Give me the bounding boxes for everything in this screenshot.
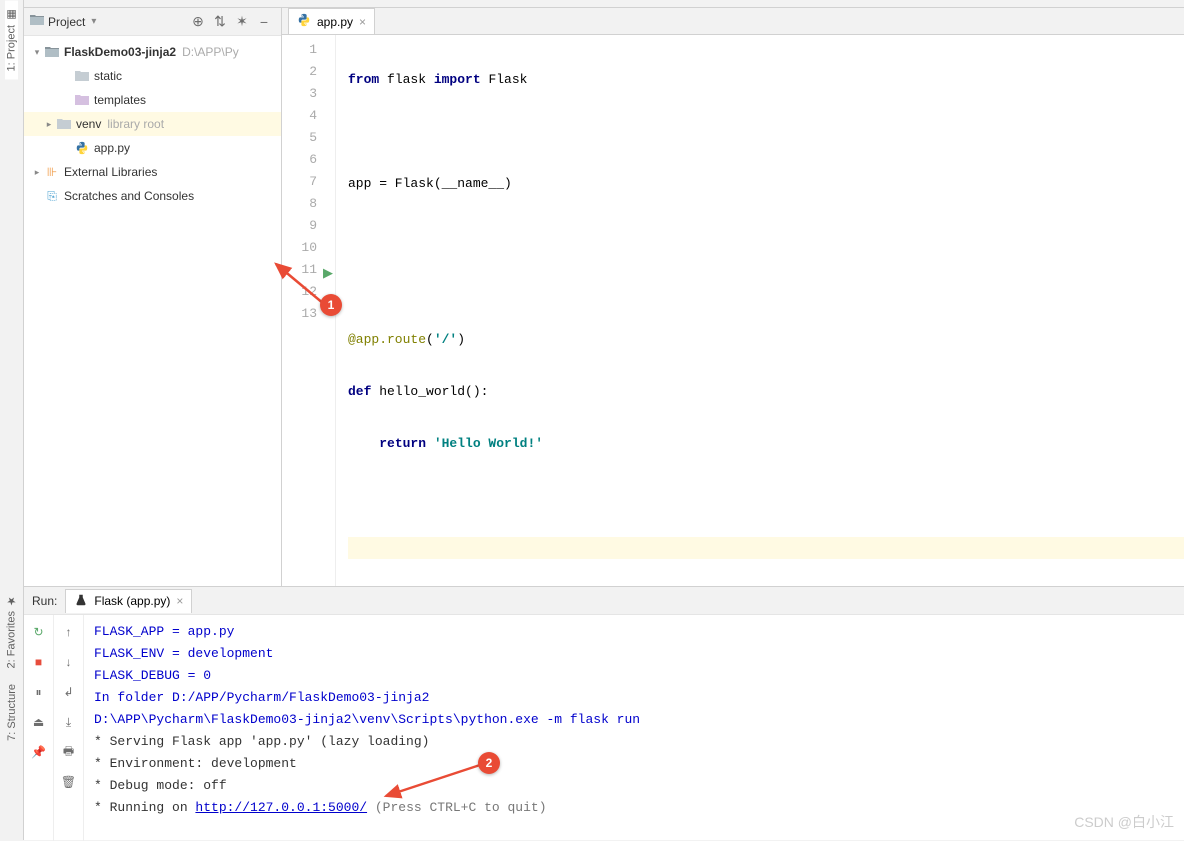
project-tool-tab[interactable]: 1: Project ▦ [5, 0, 18, 79]
watermark: CSDN @白小江 [1074, 812, 1174, 832]
run-tab[interactable]: Flask (app.py) × [65, 589, 192, 613]
run-header: Run: Flask (app.py) × [24, 587, 1184, 615]
folder-icon [74, 92, 90, 108]
run-panel: Run: Flask (app.py) × ↻ ■ ⏸ ⏏ 📌 ↑ ↓ ↲ ⤓ … [24, 586, 1184, 840]
console-line: * Serving Flask app 'app.py' (lazy loadi… [94, 731, 1174, 753]
project-tree: ▾ FlaskDemo03-jinja2 D:\APP\Py static te… [24, 36, 281, 586]
chevron-down-icon: ▾ [91, 16, 96, 27]
hide-icon[interactable]: − [253, 11, 275, 33]
console-line: * Running on http://127.0.0.1:5000/ (Pre… [94, 797, 1174, 819]
python-file-icon [74, 140, 90, 156]
close-run-tab-icon[interactable]: × [176, 594, 183, 608]
soft-wrap-button[interactable]: ↲ [58, 681, 80, 703]
tree-item-scratches[interactable]: ⎘ Scratches and Consoles [24, 184, 281, 208]
line-number[interactable]: 10 [282, 237, 335, 259]
folder-icon [74, 68, 90, 84]
line-number[interactable]: 2 [282, 61, 335, 83]
flask-icon [74, 593, 88, 610]
pin-button[interactable]: 📌 [28, 741, 50, 763]
project-title: Project [48, 15, 85, 29]
clear-button[interactable]: 🗑 [58, 771, 80, 793]
tree-item-app-py[interactable]: app.py [24, 136, 281, 160]
console-line: * Environment: development [94, 753, 1174, 775]
library-icon: ⊪ [44, 164, 60, 180]
scroll-button[interactable]: ⤓ [58, 711, 80, 733]
line-number[interactable]: 3 [282, 83, 335, 105]
console-line: FLASK_ENV = development [94, 643, 1174, 665]
annotation-badge-1: 1 [320, 294, 342, 316]
line-number[interactable]: 7 [282, 171, 335, 193]
scratches-icon: ⎘ [44, 188, 60, 204]
tree-item-external-libs[interactable]: ▸ ⊪ External Libraries [24, 160, 281, 184]
editor-area: app.py × 1 2 3 4 5 6 7 8 9 10 11▶ 12 13 … [282, 8, 1184, 586]
project-tab-label: 1: Project [6, 25, 18, 71]
line-number[interactable]: 11▶ [282, 259, 335, 281]
tree-item-static[interactable]: static [24, 64, 281, 88]
folder-icon [44, 44, 60, 60]
folder-icon [56, 116, 72, 132]
tree-root-path: D:\APP\Py [182, 45, 239, 59]
settings-icon[interactable]: ✶ [231, 11, 253, 33]
tree-item-templates[interactable]: templates [24, 88, 281, 112]
favorites-tool-tab[interactable]: 2: Favorites ★ [5, 586, 18, 676]
tree-item-venv[interactable]: ▸ venv library root [24, 112, 281, 136]
console-line: FLASK_DEBUG = 0 [94, 665, 1174, 687]
console-line: In folder D:/APP/Pycharm/FlaskDemo03-jin… [94, 687, 1174, 709]
line-number[interactable]: 5 [282, 127, 335, 149]
expander-icon[interactable]: ▸ [30, 167, 44, 178]
project-dropdown[interactable]: Project ▾ [30, 14, 96, 29]
run-toolbar-secondary: ↑ ↓ ↲ ⤓ 🖶 🗑 [54, 615, 84, 841]
run-toolbar-primary: ↻ ■ ⏸ ⏏ 📌 [24, 615, 54, 841]
server-url-link[interactable]: http://127.0.0.1:5000/ [195, 800, 367, 815]
console-output[interactable]: FLASK_APP = app.py FLASK_ENV = developme… [84, 615, 1184, 841]
folder-icon [30, 14, 44, 29]
project-header: Project ▾ ⊕ ⇅ ✶ − [24, 8, 281, 36]
exit-button[interactable]: ⏏ [28, 711, 50, 733]
python-file-icon [297, 13, 311, 30]
top-bar [24, 0, 1184, 8]
tree-root-name: FlaskDemo03-jinja2 [64, 45, 176, 59]
line-number[interactable]: 8 [282, 193, 335, 215]
stop-button[interactable]: ■ [28, 651, 50, 673]
left-tool-strip: 1: Project ▦ [0, 0, 24, 586]
left-bottom-tool-strip: 2: Favorites ★ 7: Structure [0, 586, 24, 840]
rerun-button[interactable]: ↻ [28, 621, 50, 643]
annotation-badge-2: 2 [478, 752, 500, 774]
tree-root[interactable]: ▾ FlaskDemo03-jinja2 D:\APP\Py [24, 40, 281, 64]
console-line: * Debug mode: off [94, 775, 1174, 797]
line-number[interactable]: 6 [282, 149, 335, 171]
console-line: FLASK_APP = app.py [94, 621, 1174, 643]
structure-tool-tab[interactable]: 7: Structure [6, 676, 18, 749]
line-number[interactable]: 9 [282, 215, 335, 237]
star-icon: ★ [5, 594, 18, 607]
down-button[interactable]: ↓ [58, 651, 80, 673]
project-tab-icon: ▦ [5, 8, 18, 21]
expander-icon[interactable]: ▸ [42, 119, 56, 130]
run-body: ↻ ■ ⏸ ⏏ 📌 ↑ ↓ ↲ ⤓ 🖶 🗑 FLASK_APP = app.py… [24, 615, 1184, 841]
pause-button[interactable]: ⏸ [28, 681, 50, 703]
editor-tabs: app.py × [282, 8, 1184, 35]
print-button[interactable]: 🖶 [58, 741, 80, 763]
editor-tab-app-py[interactable]: app.py × [288, 8, 375, 34]
expand-icon[interactable]: ⇅ [209, 11, 231, 33]
console-line: D:\APP\Pycharm\FlaskDemo03-jinja2\venv\S… [94, 709, 1174, 731]
locate-icon[interactable]: ⊕ [187, 11, 209, 33]
project-panel: Project ▾ ⊕ ⇅ ✶ − ▾ FlaskDemo03-jinja2 D… [24, 8, 282, 586]
close-tab-icon[interactable]: × [359, 15, 366, 29]
line-number[interactable]: 1 [282, 39, 335, 61]
expander-icon[interactable]: ▾ [30, 47, 44, 58]
editor-tab-label: app.py [317, 15, 353, 29]
up-button[interactable]: ↑ [58, 621, 80, 643]
line-number[interactable]: 4 [282, 105, 335, 127]
run-title: Run: [32, 594, 57, 608]
run-tab-label: Flask (app.py) [94, 594, 170, 608]
